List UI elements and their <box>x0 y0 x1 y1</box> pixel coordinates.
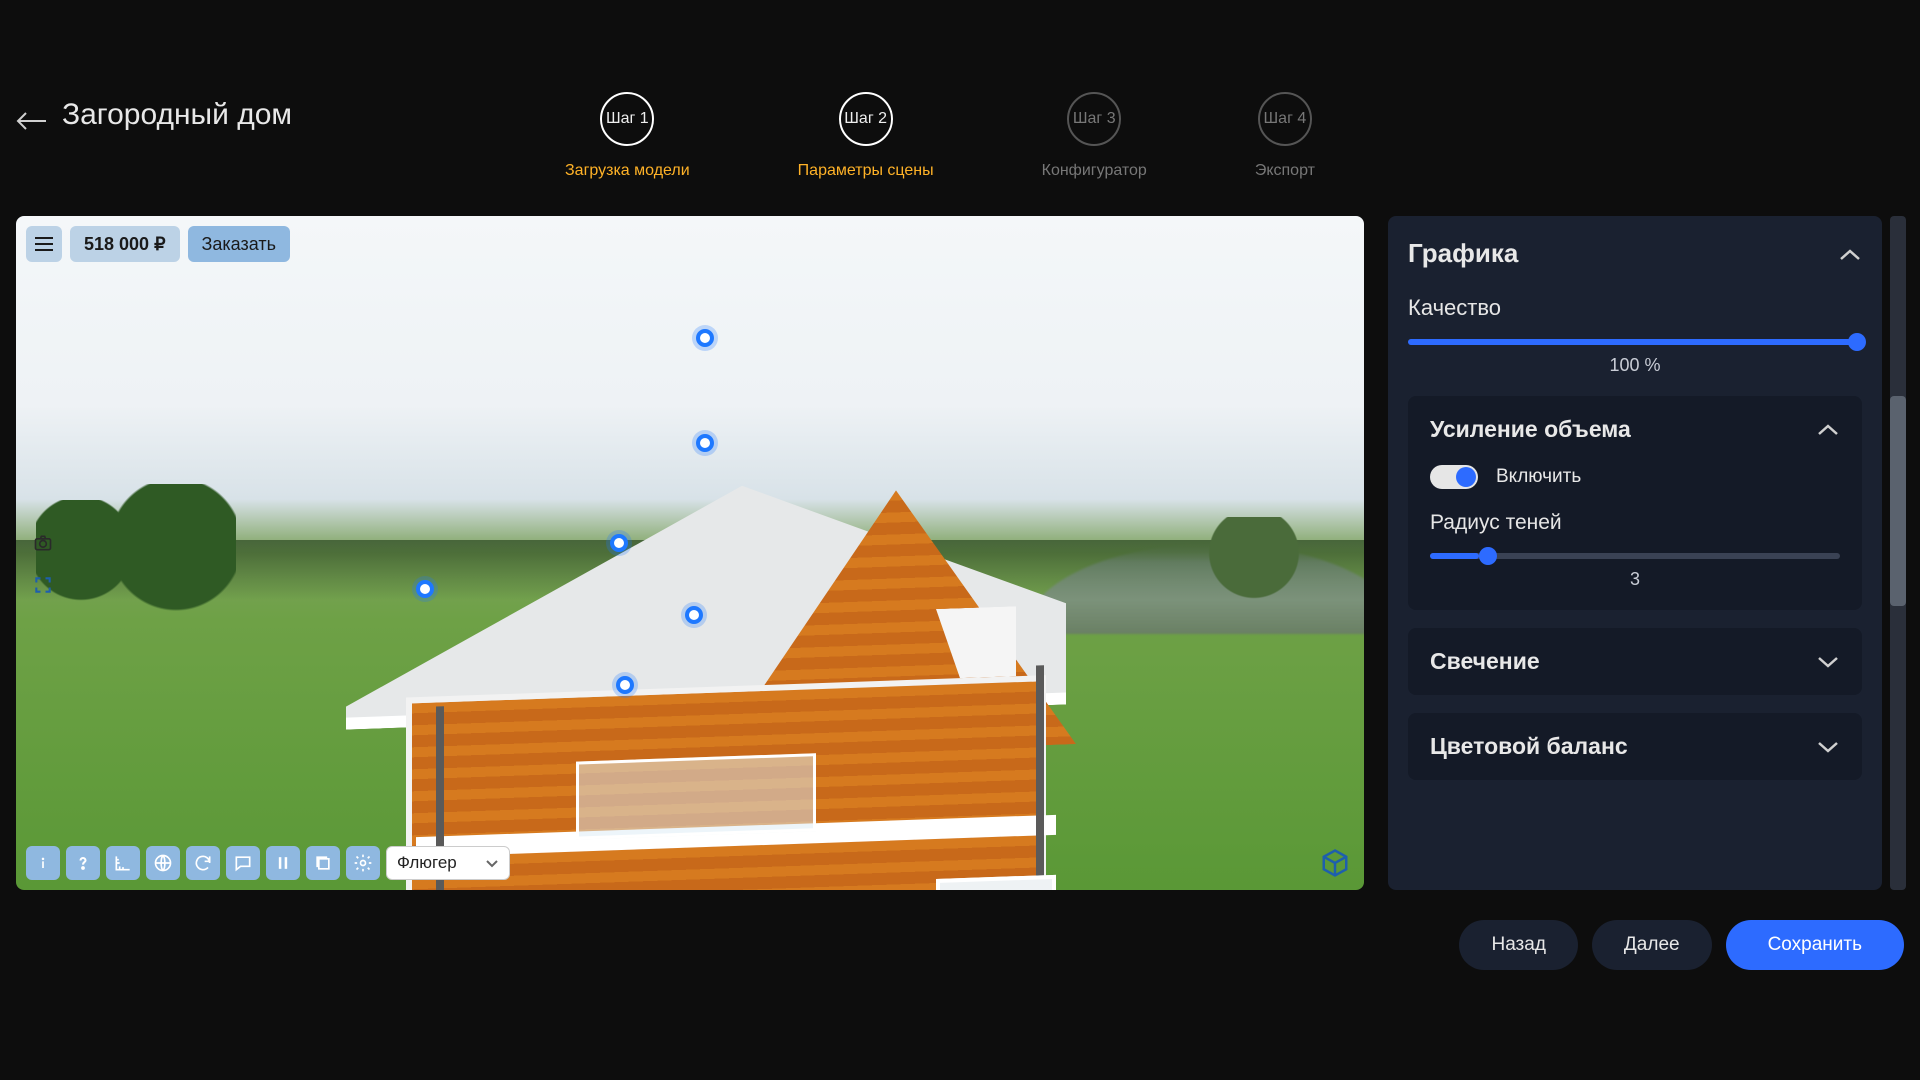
info-icon[interactable] <box>26 846 60 880</box>
subpanel-color-balance[interactable]: Цветовой баланс <box>1408 713 1862 780</box>
element-dropdown[interactable]: Флюгер <box>386 846 510 880</box>
camera-icon[interactable] <box>26 526 60 560</box>
step-circle: Шаг 2 <box>839 92 893 146</box>
step-circle: Шаг 1 <box>600 92 654 146</box>
back-button[interactable]: Назад <box>1459 920 1577 970</box>
toggle-knob <box>1456 467 1476 487</box>
scene-tree <box>116 484 236 634</box>
step-2[interactable]: Шаг 2 Параметры сцены <box>798 92 934 180</box>
subpanel-volume-boost: Усиление объема Включить Радиус теней <box>1408 396 1862 610</box>
dropdown-value: Флюгер <box>397 853 457 873</box>
panel-title-graphics: Графика <box>1408 238 1518 269</box>
step-wizard: Шаг 1 Загрузка модели Шаг 2 Параметры сц… <box>565 92 1315 180</box>
hamburger-icon <box>35 237 53 251</box>
viewport-3d[interactable]: 518 000 ₽ Заказать <box>16 216 1364 890</box>
hotspot[interactable] <box>696 434 714 452</box>
price-badge: 518 000 ₽ <box>70 226 180 262</box>
shadow-radius-label: Радиус теней <box>1430 511 1840 535</box>
chevron-up-icon[interactable] <box>1838 238 1862 269</box>
refresh-icon[interactable] <box>186 846 220 880</box>
subpanel-glow[interactable]: Свечение <box>1408 628 1862 695</box>
hotspot[interactable] <box>416 580 434 598</box>
next-button[interactable]: Далее <box>1592 920 1712 970</box>
step-label: Загрузка модели <box>565 162 690 180</box>
slider-fill <box>1408 339 1862 345</box>
step-circle: Шаг 4 <box>1258 92 1312 146</box>
house-glass <box>576 753 816 839</box>
enable-toggle[interactable] <box>1430 465 1478 489</box>
pause-icon[interactable] <box>266 846 300 880</box>
enable-label: Включить <box>1496 466 1581 488</box>
step-4[interactable]: Шаг 4 Экспорт <box>1255 92 1315 180</box>
step-label: Экспорт <box>1255 162 1315 180</box>
chat-icon[interactable] <box>226 846 260 880</box>
slider-fill <box>1430 553 1479 559</box>
viewer-logo-icon[interactable] <box>1320 848 1350 878</box>
subpanel-title: Свечение <box>1430 648 1540 675</box>
fullscreen-icon[interactable] <box>26 568 60 602</box>
step-3[interactable]: Шаг 3 Конфигуратор <box>1042 92 1147 180</box>
chevron-up-icon[interactable] <box>1816 416 1840 443</box>
subpanel-title: Усиление объема <box>1430 416 1631 443</box>
step-1[interactable]: Шаг 1 Загрузка модели <box>565 92 690 180</box>
hotspot[interactable] <box>616 676 634 694</box>
quality-slider[interactable] <box>1408 339 1862 345</box>
step-label: Конфигуратор <box>1042 162 1147 180</box>
save-button[interactable]: Сохранить <box>1726 920 1904 970</box>
step-label: Параметры сцены <box>798 162 934 180</box>
house-model <box>376 433 1096 890</box>
help-icon[interactable] <box>66 846 100 880</box>
copy-icon[interactable] <box>306 846 340 880</box>
step-circle: Шаг 3 <box>1067 92 1121 146</box>
quality-value: 100 % <box>1408 355 1862 376</box>
slider-thumb[interactable] <box>1479 547 1497 565</box>
scrollbar-thumb[interactable] <box>1890 396 1906 606</box>
globe-icon[interactable] <box>146 846 180 880</box>
shadow-radius-value: 3 <box>1430 569 1840 590</box>
hotspot[interactable] <box>610 534 628 552</box>
back-arrow-icon[interactable] <box>16 105 48 125</box>
slider-thumb[interactable] <box>1848 333 1866 351</box>
menu-button[interactable] <box>26 226 62 262</box>
chevron-down-icon <box>485 853 499 873</box>
settings-icon[interactable] <box>346 846 380 880</box>
scene-tree <box>1204 517 1304 607</box>
shadow-radius-slider[interactable] <box>1430 553 1840 559</box>
chevron-down-icon <box>1816 648 1840 675</box>
hotspot[interactable] <box>696 329 714 347</box>
subpanel-title: Цветовой баланс <box>1430 733 1628 760</box>
hotspot[interactable] <box>685 606 703 624</box>
quality-label: Качество <box>1408 295 1862 321</box>
ruler-icon[interactable] <box>106 846 140 880</box>
order-button[interactable]: Заказать <box>188 226 290 262</box>
house-pillar <box>1036 665 1044 890</box>
sidebar-panel: Графика Качество 100 % Усиление объема <box>1388 216 1882 890</box>
chevron-down-icon <box>1816 733 1840 760</box>
page-title: Загородный дом <box>62 98 292 132</box>
